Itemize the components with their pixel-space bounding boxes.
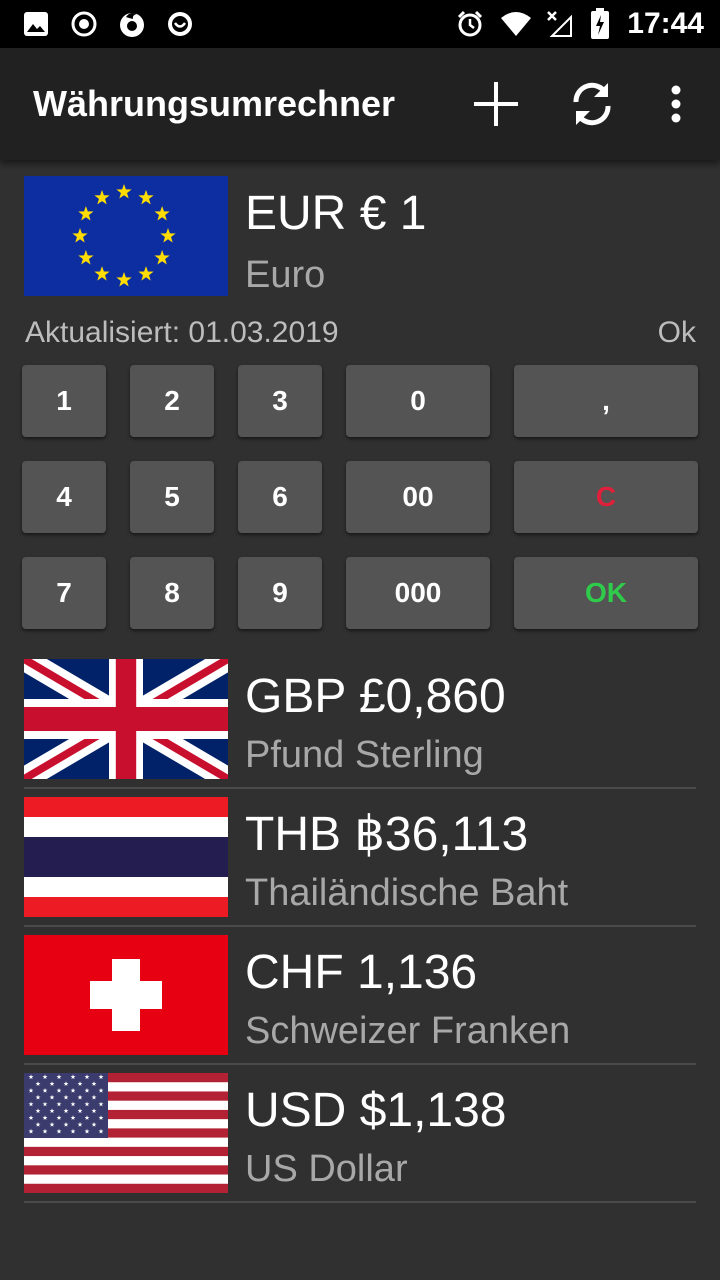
refresh-icon bbox=[573, 82, 611, 126]
currency-name: Pfund Sterling bbox=[245, 734, 484, 776]
app-bar: Währungsumrechner bbox=[0, 48, 720, 160]
currency-code: CHF bbox=[245, 946, 344, 999]
refresh-button[interactable] bbox=[564, 76, 620, 132]
record-icon bbox=[68, 8, 100, 40]
currency-value: GBP £0,860 bbox=[245, 669, 506, 725]
key-7[interactable]: 7 bbox=[22, 557, 106, 629]
currency-value: CHF 1,136 bbox=[245, 945, 477, 1001]
usa-flag bbox=[24, 1073, 228, 1193]
currency-amount: $1,138 bbox=[359, 1084, 507, 1137]
key-clear[interactable]: C bbox=[514, 461, 698, 533]
key-1[interactable]: 1 bbox=[22, 365, 106, 437]
switzerland-flag bbox=[24, 935, 228, 1055]
key-00[interactable]: 00 bbox=[346, 461, 490, 533]
updated-date: Aktualisiert: 01.03.2019 bbox=[25, 316, 339, 349]
alarm-icon bbox=[454, 8, 486, 40]
currency-amount: ฿36,113 bbox=[354, 808, 529, 861]
more-vert-icon bbox=[671, 85, 681, 123]
key-9[interactable]: 9 bbox=[238, 557, 322, 629]
currency-code: USD bbox=[245, 1084, 347, 1137]
key-6[interactable]: 6 bbox=[238, 461, 322, 533]
status-time: 17:44 bbox=[627, 7, 704, 40]
key-0[interactable]: 0 bbox=[346, 365, 490, 437]
currency-row-usd[interactable]: USD $1,138 US Dollar bbox=[24, 1073, 696, 1203]
currency-row-thb[interactable]: THB ฿36,113 Thailändische Baht bbox=[24, 797, 696, 927]
add-currency-button[interactable] bbox=[468, 76, 524, 132]
key-000[interactable]: 000 bbox=[346, 557, 490, 629]
currency-code: THB bbox=[245, 808, 341, 861]
currency-amount: 1,136 bbox=[357, 946, 478, 999]
currency-row-chf[interactable]: CHF 1,136 Schweizer Franken bbox=[24, 935, 696, 1065]
key-3[interactable]: 3 bbox=[238, 365, 322, 437]
key-8[interactable]: 8 bbox=[130, 557, 214, 629]
currency-value: THB ฿36,113 bbox=[245, 807, 528, 863]
key-4[interactable]: 4 bbox=[22, 461, 106, 533]
key-2[interactable]: 2 bbox=[130, 365, 214, 437]
currency-value: USD $1,138 bbox=[245, 1083, 507, 1139]
thailand-flag bbox=[24, 797, 228, 917]
add-icon bbox=[474, 82, 518, 126]
firefox-icon bbox=[116, 8, 148, 40]
smile-icon bbox=[164, 8, 196, 40]
no-signal-icon bbox=[543, 8, 575, 40]
currency-amount: £0,860 bbox=[358, 670, 506, 723]
eu-flag[interactable] bbox=[24, 176, 228, 296]
currency-name: Thailändische Baht bbox=[245, 872, 569, 914]
base-currency-code: EUR bbox=[245, 187, 347, 240]
uk-flag bbox=[24, 659, 228, 779]
update-status: Ok bbox=[657, 316, 696, 349]
wifi-icon bbox=[500, 8, 532, 40]
key-ok[interactable]: OK bbox=[514, 557, 698, 629]
key-5[interactable]: 5 bbox=[130, 461, 214, 533]
key-comma[interactable]: , bbox=[514, 365, 698, 437]
currency-row-gbp[interactable]: GBP £0,860 Pfund Sterling bbox=[24, 659, 696, 789]
image-icon bbox=[20, 8, 52, 40]
base-currency-value[interactable]: EUR € 1 bbox=[245, 186, 426, 242]
more-options-button[interactable] bbox=[648, 76, 704, 132]
base-currency-amount: € 1 bbox=[359, 187, 427, 240]
battery-charging-icon bbox=[584, 8, 616, 40]
currency-code: GBP bbox=[245, 670, 346, 723]
base-currency-name: Euro bbox=[245, 254, 326, 296]
currency-name: US Dollar bbox=[245, 1148, 408, 1190]
currency-name: Schweizer Franken bbox=[245, 1010, 571, 1052]
app-title: Währungsumrechner bbox=[33, 83, 396, 124]
status-bar: 17:44 bbox=[0, 0, 720, 48]
